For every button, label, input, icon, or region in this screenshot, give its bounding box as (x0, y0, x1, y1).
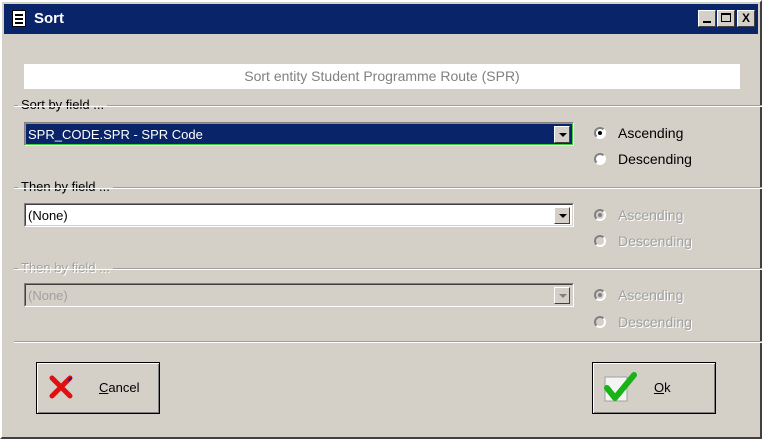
then-by-1-descending-option[interactable]: Descending (594, 232, 692, 250)
maximize-button[interactable] (717, 10, 735, 27)
sort-by-field-value: SPR_CODE.SPR - SPR Code (28, 127, 203, 142)
maximize-icon (721, 13, 731, 22)
minimize-button[interactable] (698, 10, 716, 27)
then-by-2-dropdown-button (554, 287, 570, 304)
then-by-2-descending-radio (594, 316, 606, 328)
then-by-1-descending-label: Descending (618, 233, 692, 249)
then-by-1-descending-radio[interactable] (594, 235, 606, 247)
close-button[interactable]: X (737, 10, 755, 27)
then-by-1-group: Then by field ... (14, 179, 762, 195)
then-by-2-field-value: (None) (28, 288, 68, 303)
sort-by-field-select[interactable]: SPR_CODE.SPR - SPR Code (24, 122, 574, 146)
minimize-icon (703, 21, 711, 23)
close-icon: X (741, 11, 750, 25)
red-x-icon (49, 375, 73, 399)
sort-by-group: Sort by field ... (14, 97, 762, 113)
chevron-down-icon (559, 133, 567, 137)
sort-by-descending-radio[interactable] (594, 153, 606, 165)
ok-button[interactable]: Ok (592, 362, 716, 414)
then-by-2-group: Then by field ... (14, 260, 762, 276)
document-icon (12, 10, 26, 27)
then-by-1-ascending-radio[interactable] (594, 209, 606, 221)
then-by-2-ascending-label: Ascending (618, 287, 684, 303)
sort-dialog: Sort X Sort entity Student Programme Rou… (0, 0, 762, 439)
sort-by-descending-option[interactable]: Descending (594, 150, 692, 168)
chevron-down-icon (559, 214, 567, 218)
entity-header: Sort entity Student Programme Route (SPR… (24, 64, 740, 89)
then-by-1-field-value: (None) (28, 208, 68, 223)
sort-by-dropdown-button[interactable] (554, 126, 570, 143)
green-check-icon (604, 372, 637, 402)
then-by-2-ascending-option: Ascending (594, 286, 683, 304)
cancel-label: Cancel (99, 380, 140, 395)
then-by-2-ascending-radio (594, 289, 606, 301)
sort-by-label: Sort by field ... (18, 97, 108, 113)
ok-label: Ok (654, 380, 671, 395)
then-by-1-label: Then by field ... (18, 179, 113, 195)
then-by-2-descending-option: Descending (594, 313, 692, 331)
then-by-2-descending-label: Descending (618, 314, 692, 330)
then-by-2-field-select: (None) (24, 283, 574, 307)
bottom-separator (14, 341, 762, 343)
then-by-1-field-select[interactable]: (None) (24, 203, 574, 227)
cancel-button[interactable]: Cancel (36, 362, 160, 414)
title-bar[interactable]: Sort X (4, 4, 758, 34)
then-by-1-ascending-option[interactable]: Ascending (594, 206, 683, 224)
then-by-2-label: Then by field ... (18, 260, 113, 276)
sort-by-ascending-option[interactable]: Ascending (594, 124, 683, 142)
chevron-down-icon (559, 294, 567, 298)
sort-by-ascending-label: Ascending (618, 125, 684, 141)
then-by-1-ascending-label: Ascending (618, 207, 684, 223)
sort-by-descending-label: Descending (618, 151, 692, 167)
sort-by-ascending-radio[interactable] (594, 127, 606, 139)
window-title: Sort (34, 10, 64, 27)
then-by-1-dropdown-button[interactable] (554, 207, 570, 224)
